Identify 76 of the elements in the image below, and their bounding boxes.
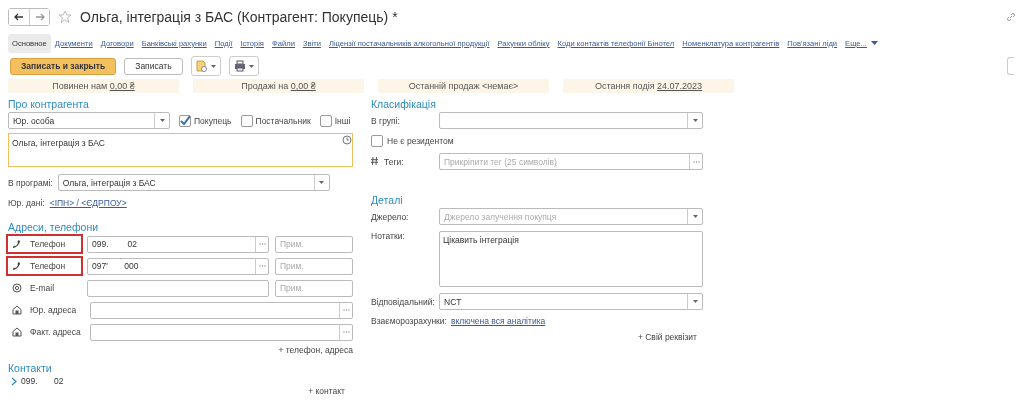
dropdown-arrow-icon bbox=[692, 300, 698, 303]
window-title: Ольга, інтеграція з БАС (Контрагент: Покупець) * bbox=[80, 9, 399, 25]
field-label: В програмі: bbox=[8, 177, 53, 188]
field-label: Телефон bbox=[30, 261, 66, 271]
print-button[interactable] bbox=[228, 56, 259, 76]
back-arrow-icon bbox=[14, 13, 24, 21]
house-icon bbox=[12, 305, 22, 315]
field-label: Взаєморозрахунки: bbox=[371, 316, 447, 326]
dropdown-arrow-icon bbox=[159, 119, 165, 122]
section-title: Деталі bbox=[371, 194, 404, 206]
address-field[interactable] bbox=[90, 301, 353, 319]
email-field[interactable] bbox=[87, 279, 269, 297]
checkbox-label: Інші bbox=[334, 115, 351, 126]
summary-item: Останній продаж <немає> bbox=[378, 79, 549, 93]
checkbox[interactable] bbox=[319, 114, 332, 127]
printer-icon bbox=[233, 60, 246, 72]
field-label: E-mail bbox=[30, 283, 55, 293]
summary-item: Продажі на 0,00 ₴ bbox=[193, 79, 364, 93]
field-label: Юр. адреса bbox=[30, 305, 77, 315]
field-label: В групі: bbox=[371, 115, 401, 126]
name-field[interactable]: Ольга, інтеграція з БАС bbox=[8, 133, 353, 167]
notes-field[interactable]: Цікавить інтеграція bbox=[439, 231, 703, 287]
field-label: Теги: bbox=[384, 156, 404, 167]
section-title: Про контрагента bbox=[8, 98, 90, 110]
legal-data-link[interactable]: <ІПН> / <ЄДРПОУ> bbox=[49, 198, 127, 208]
settlements-link[interactable]: включена вся аналітика bbox=[450, 316, 546, 326]
address-field[interactable] bbox=[90, 323, 353, 341]
phone-field[interactable]: 097' 000 bbox=[87, 257, 269, 275]
field-label: Джерело: bbox=[371, 211, 410, 222]
checkmark-icon bbox=[180, 115, 190, 126]
create-based-on-button[interactable] bbox=[190, 56, 221, 76]
history-icon bbox=[340, 134, 352, 146]
add-contact-link[interactable]: + контакт bbox=[308, 386, 345, 396]
add-attribute-link[interactable]: + Свій реквізит bbox=[637, 332, 697, 342]
checkbox[interactable] bbox=[240, 114, 253, 127]
save-and-close-button[interactable]: Записать и закрыть bbox=[10, 57, 117, 75]
summary-item: Повинен нам 0,00 ₴ bbox=[8, 79, 179, 93]
save-button[interactable]: Записать bbox=[124, 57, 183, 75]
field-label: Факт. адреса bbox=[30, 327, 81, 337]
contact-item[interactable]: 099. 02 bbox=[21, 376, 64, 386]
phone-icon bbox=[12, 261, 22, 271]
phone-icon bbox=[12, 239, 22, 249]
group-dropdown[interactable] bbox=[439, 112, 703, 129]
field-label: Нотатки: bbox=[371, 231, 406, 241]
dropdown-arrow-icon bbox=[692, 215, 698, 218]
checkbox[interactable] bbox=[179, 114, 191, 127]
field-label: Юр. дані: bbox=[8, 198, 45, 208]
section-title: Контакти bbox=[8, 362, 53, 374]
dropdown-caret-icon bbox=[870, 40, 878, 46]
chevron-right-icon[interactable] bbox=[10, 376, 17, 386]
ellipsis-icon bbox=[692, 160, 700, 163]
dropdown-arrow-icon bbox=[692, 119, 698, 122]
field-label: Відповідальний: bbox=[371, 296, 436, 307]
checkbox-label: Не є резидентом bbox=[387, 136, 454, 146]
summary-item: Остання подія 24.07.2023 bbox=[563, 79, 734, 93]
forward-arrow-icon bbox=[34, 13, 45, 21]
dropdown-arrow-icon bbox=[319, 181, 325, 184]
checkbox-label: Покупець bbox=[194, 115, 232, 126]
phone-field[interactable]: 099. 02 bbox=[87, 235, 269, 253]
section-title: Адреси, телефони bbox=[8, 221, 100, 233]
section-title: Класифікація bbox=[371, 98, 437, 110]
house-icon bbox=[12, 327, 22, 337]
dropdown-arrow-icon bbox=[210, 64, 216, 68]
document-icon bbox=[195, 60, 208, 72]
side-button[interactable] bbox=[1007, 57, 1014, 75]
responsible-dropdown[interactable]: NCT bbox=[439, 293, 703, 310]
star-icon[interactable] bbox=[58, 10, 72, 24]
add-phone-address-link[interactable]: + телефон, адреса bbox=[278, 345, 353, 355]
checkbox-label: Постачальник bbox=[255, 115, 311, 126]
type-dropdown[interactable]: Юр. особа bbox=[8, 112, 170, 129]
link-icon bbox=[1006, 12, 1016, 22]
hash-icon bbox=[371, 156, 378, 165]
dropdown-arrow-icon bbox=[248, 64, 254, 68]
field-label: Телефон bbox=[30, 239, 66, 249]
checkbox[interactable] bbox=[371, 135, 383, 147]
program-dropdown[interactable]: Ольга, інтеграція з БАС bbox=[57, 174, 330, 191]
